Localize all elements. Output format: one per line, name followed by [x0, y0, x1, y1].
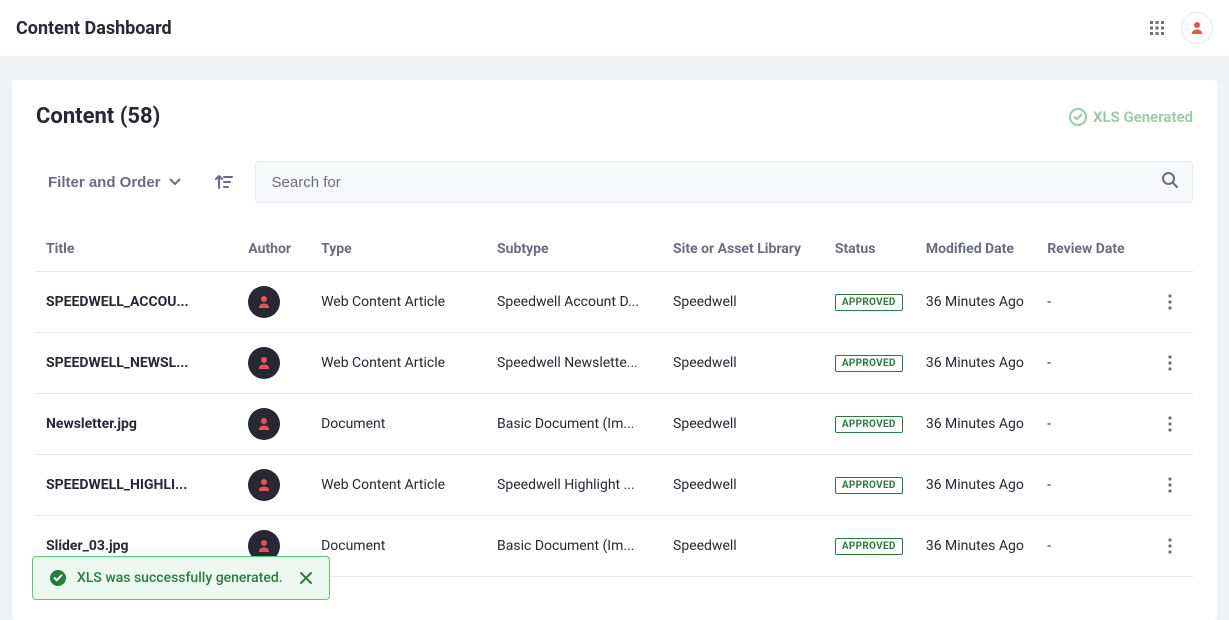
- check-circle-icon: [49, 569, 67, 587]
- author-avatar: [248, 286, 280, 318]
- check-circle-icon: [1069, 108, 1087, 126]
- col-actions: [1148, 227, 1193, 272]
- apps-grid-icon[interactable]: [1149, 20, 1165, 36]
- content-table: Title Author Type Subtype Site or Asset …: [36, 227, 1193, 577]
- row-review: -: [1037, 394, 1148, 455]
- row-actions-button[interactable]: [1158, 290, 1182, 314]
- table-row[interactable]: Newsletter.jpg Document Basic Document (…: [36, 394, 1193, 455]
- row-actions-button[interactable]: [1158, 534, 1182, 558]
- col-site[interactable]: Site or Asset Library: [663, 227, 825, 272]
- row-actions-button[interactable]: [1158, 351, 1182, 375]
- sort-button[interactable]: [209, 168, 239, 196]
- author-avatar: [248, 408, 280, 440]
- author-avatar: [248, 347, 280, 379]
- status-badge: APPROVED: [835, 538, 903, 555]
- xls-generated-status: XLS Generated: [1069, 108, 1193, 126]
- filter-order-button[interactable]: Filter and Order: [36, 166, 193, 199]
- row-site: Speedwell: [663, 516, 825, 577]
- table-row[interactable]: SPEEDWELL_NEWSL... Web Content Article S…: [36, 333, 1193, 394]
- row-title: SPEEDWELL_ACCOU...: [46, 294, 228, 310]
- col-status[interactable]: Status: [825, 227, 916, 272]
- row-subtype: Basic Document (Im...: [487, 394, 663, 455]
- toolbar: Filter and Order: [36, 161, 1193, 203]
- row-subtype: Speedwell Newslette...: [487, 333, 663, 394]
- page-title: Content Dashboard: [16, 18, 172, 39]
- row-actions-button[interactable]: [1158, 412, 1182, 436]
- row-modified: 36 Minutes Ago: [916, 272, 1037, 333]
- table-row[interactable]: SPEEDWELL_HIGHLI... Web Content Article …: [36, 455, 1193, 516]
- row-modified: 36 Minutes Ago: [916, 333, 1037, 394]
- kebab-icon: [1168, 294, 1172, 310]
- sort-icon: [215, 174, 233, 190]
- kebab-icon: [1168, 416, 1172, 432]
- row-subtype: Speedwell Highlight ...: [487, 455, 663, 516]
- row-title: SPEEDWELL_HIGHLI...: [46, 477, 228, 493]
- col-title[interactable]: Title: [36, 227, 238, 272]
- success-toast: XLS was successfully generated.: [32, 556, 330, 600]
- row-site: Speedwell: [663, 272, 825, 333]
- chevron-down-icon: [169, 178, 181, 186]
- row-site: Speedwell: [663, 333, 825, 394]
- filter-label: Filter and Order: [48, 174, 161, 191]
- status-badge: APPROVED: [835, 416, 903, 433]
- xls-status-label: XLS Generated: [1093, 108, 1193, 126]
- col-modified[interactable]: Modified Date: [916, 227, 1037, 272]
- col-subtype[interactable]: Subtype: [487, 227, 663, 272]
- row-modified: 36 Minutes Ago: [916, 455, 1037, 516]
- table-row[interactable]: SPEEDWELL_ACCOU... Web Content Article S…: [36, 272, 1193, 333]
- toast-message: XLS was successfully generated.: [77, 570, 283, 586]
- row-modified: 36 Minutes Ago: [916, 394, 1037, 455]
- row-site: Speedwell: [663, 394, 825, 455]
- main-panel: Content (58) XLS Generated Filter and Or…: [12, 80, 1217, 620]
- row-subtype: Speedwell Account D...: [487, 272, 663, 333]
- col-type[interactable]: Type: [311, 227, 487, 272]
- kebab-icon: [1168, 477, 1172, 493]
- status-badge: APPROVED: [835, 355, 903, 372]
- row-actions-button[interactable]: [1158, 473, 1182, 497]
- kebab-icon: [1168, 538, 1172, 554]
- close-icon: [299, 571, 313, 585]
- col-review[interactable]: Review Date: [1037, 227, 1148, 272]
- row-type: Web Content Article: [311, 272, 487, 333]
- toast-close-button[interactable]: [299, 571, 313, 585]
- row-type: Document: [311, 394, 487, 455]
- search-input[interactable]: [255, 161, 1193, 203]
- row-title: Newsletter.jpg: [46, 416, 228, 432]
- row-site: Speedwell: [663, 455, 825, 516]
- row-modified: 36 Minutes Ago: [916, 516, 1037, 577]
- row-subtype: Basic Document (Im...: [487, 516, 663, 577]
- user-avatar[interactable]: [1181, 12, 1213, 44]
- col-author[interactable]: Author: [238, 227, 311, 272]
- row-review: -: [1037, 272, 1148, 333]
- top-header-actions: [1149, 12, 1213, 44]
- panel-header: Content (58) XLS Generated: [36, 104, 1193, 129]
- status-badge: APPROVED: [835, 477, 903, 494]
- row-review: -: [1037, 333, 1148, 394]
- row-review: -: [1037, 516, 1148, 577]
- kebab-icon: [1168, 355, 1172, 371]
- table-header-row: Title Author Type Subtype Site or Asset …: [36, 227, 1193, 272]
- panel-heading: Content (58): [36, 104, 160, 129]
- top-header: Content Dashboard: [0, 0, 1229, 56]
- row-title: SPEEDWELL_NEWSL...: [46, 355, 228, 371]
- author-avatar: [248, 469, 280, 501]
- row-title: Slider_03.jpg: [46, 538, 228, 554]
- search-wrapper: [255, 161, 1193, 203]
- row-type: Document: [311, 516, 487, 577]
- row-review: -: [1037, 455, 1148, 516]
- status-badge: APPROVED: [835, 294, 903, 311]
- row-type: Web Content Article: [311, 455, 487, 516]
- row-type: Web Content Article: [311, 333, 487, 394]
